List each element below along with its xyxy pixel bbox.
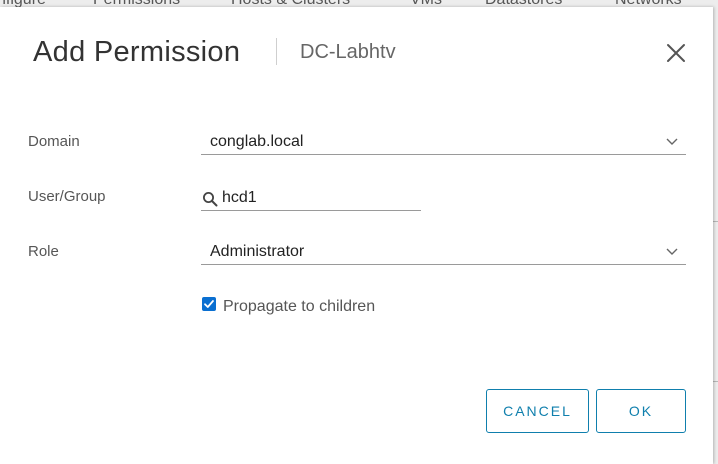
domain-label: Domain (28, 133, 80, 150)
close-button[interactable] (664, 41, 688, 65)
dialog-title: Add Permission (33, 36, 241, 68)
ok-button[interactable]: OK (596, 389, 686, 433)
user-group-value: hcd1 (222, 189, 257, 206)
propagate-label[interactable]: Propagate to children (223, 298, 375, 316)
domain-select[interactable]: conglab.local (201, 129, 686, 155)
dialog-subtitle: DC-Labhtv (300, 41, 396, 63)
title-separator (276, 38, 277, 65)
role-select[interactable]: Administrator (201, 239, 686, 265)
checkmark-icon (204, 300, 214, 308)
add-permission-dialog: Add Permission DC-Labhtv Domain conglab.… (0, 7, 713, 464)
role-label: Role (28, 243, 59, 260)
user-group-input[interactable]: hcd1 (201, 185, 421, 211)
cancel-button[interactable]: CANCEL (486, 389, 589, 433)
search-icon (203, 192, 218, 207)
domain-value: conglab.local (210, 133, 304, 150)
background-divider (713, 381, 718, 382)
chevron-down-icon (666, 248, 678, 255)
close-icon (667, 44, 685, 62)
user-group-label: User/Group (28, 188, 106, 205)
chevron-down-icon (666, 138, 678, 145)
propagate-checkbox[interactable] (202, 297, 216, 311)
background-divider (713, 221, 718, 222)
role-value: Administrator (210, 243, 305, 260)
